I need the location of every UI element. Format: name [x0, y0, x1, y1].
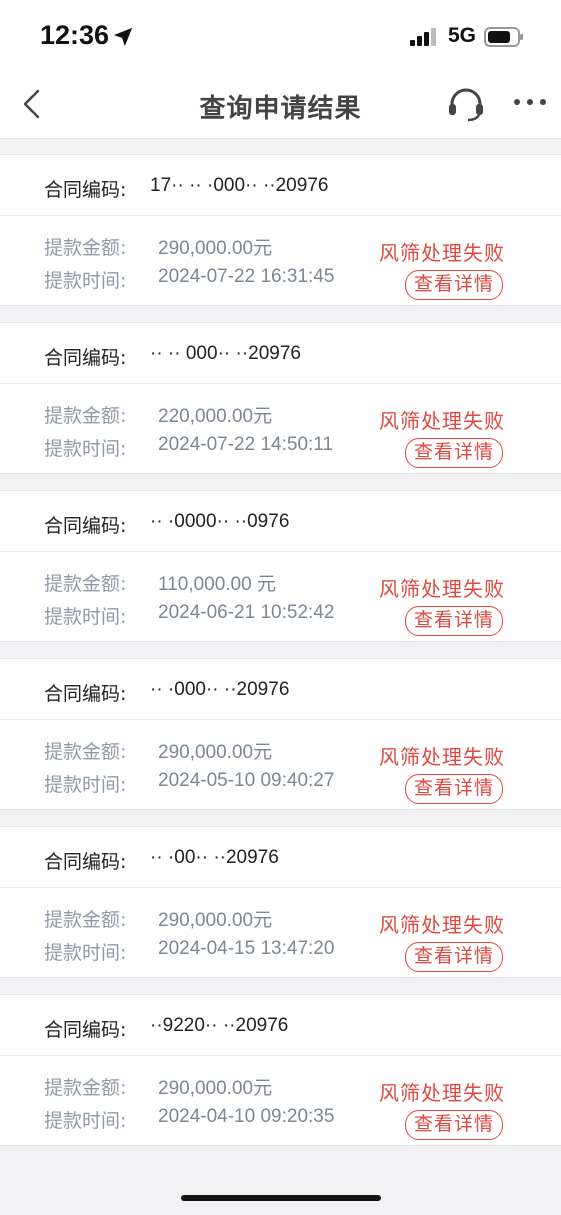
- contract-label: 合同编码:: [44, 179, 127, 201]
- contract-label: 合同编码:: [44, 683, 127, 705]
- time-label: 提款时间:: [44, 606, 127, 628]
- status-badge: 风筛处理失败: [379, 409, 505, 433]
- contract-code: ·· ·00·· ··20976: [150, 847, 279, 868]
- view-details-button[interactable]: 查看详情: [404, 942, 503, 972]
- time-value: 2024-04-15 13:47:20: [158, 938, 335, 959]
- amount-value: 290,000.00元: [158, 742, 273, 763]
- time-value: 2024-04-10 09:20:35: [158, 1106, 335, 1127]
- amount-row: 提款金额: 290,000.00元: [44, 233, 272, 260]
- amount-value: 290,000.00元: [158, 910, 273, 931]
- contract-code: ··9220·· ··20976: [150, 1015, 289, 1036]
- status-badge: 风筛处理失败: [379, 913, 505, 937]
- status-badge: 风筛处理失败: [379, 241, 505, 265]
- time-label: 提款时间:: [44, 942, 127, 964]
- amount-row: 提款金额: 220,000.00元: [44, 401, 272, 428]
- time-value: 2024-06-21 10:52:42: [158, 602, 335, 623]
- home-indicator[interactable]: [181, 1195, 381, 1201]
- time-label: 提款时间:: [44, 270, 127, 292]
- more-options-icon[interactable]: [512, 96, 548, 108]
- status-badge: 风筛处理失败: [379, 745, 505, 769]
- contract-code: 17·· ·· ·000·· ··20976: [150, 175, 329, 196]
- status-bar: 12:36 5G: [0, 0, 561, 70]
- contract-code: ·· ·000·· ··20976: [150, 679, 290, 700]
- amount-row: 提款金额: 290,000.00元: [44, 1073, 272, 1100]
- time-row: 提款时间: 2024-07-22 14:50:11: [44, 434, 333, 461]
- record-card: 合同编码: ·· ·· 000·· ··20976 提款金额: 220,000.…: [0, 322, 561, 474]
- time-value: 2024-07-22 14:50:11: [158, 434, 334, 455]
- contract-code: ·· ·0000·· ··0976: [150, 511, 290, 532]
- contract-header: 合同编码: ·· ·· 000·· ··20976: [0, 323, 561, 384]
- time-row: 提款时间: 2024-04-15 13:47:20: [44, 938, 334, 965]
- view-details-button[interactable]: 查看详情: [404, 1110, 503, 1140]
- cellular-signal-icon: [410, 28, 436, 46]
- view-details-button[interactable]: 查看详情: [404, 270, 503, 300]
- battery-icon: [484, 27, 523, 47]
- time-label: 提款时间:: [44, 1110, 127, 1132]
- amount-value: 290,000.00元: [158, 1078, 273, 1099]
- time-value: 2024-07-22 16:31:45: [158, 266, 335, 287]
- location-arrow-icon: [113, 27, 133, 47]
- record-card: 合同编码: ··9220·· ··20976 提款金额: 290,000.00元…: [0, 994, 561, 1146]
- amount-row: 提款金额: 290,000.00元: [44, 737, 272, 764]
- view-details-button[interactable]: 查看详情: [404, 438, 503, 468]
- contract-header: 合同编码: ··9220·· ··20976: [0, 995, 561, 1056]
- record-card: 合同编码: ·· ·00·· ··20976 提款金额: 290,000.00元…: [0, 826, 561, 978]
- contract-label: 合同编码:: [44, 347, 127, 369]
- time-value: 2024-05-10 09:40:27: [158, 770, 335, 791]
- amount-value: 110,000.00 元: [158, 574, 276, 595]
- amount-label: 提款金额:: [44, 741, 127, 763]
- amount-label: 提款金额:: [44, 1077, 127, 1099]
- contract-label: 合同编码:: [44, 1019, 127, 1041]
- contract-header: 合同编码: ·· ·000·· ··20976: [0, 659, 561, 720]
- amount-label: 提款金额:: [44, 405, 127, 427]
- time-label: 提款时间:: [44, 438, 127, 460]
- view-details-button[interactable]: 查看详情: [404, 774, 503, 804]
- network-type: 5G: [448, 24, 477, 47]
- view-details-button[interactable]: 查看详情: [404, 606, 503, 636]
- amount-row: 提款金额: 110,000.00 元: [44, 569, 276, 596]
- amount-label: 提款金额:: [44, 573, 127, 595]
- time-label: 提款时间:: [44, 774, 127, 796]
- record-card: 合同编码: ·· ·000·· ··20976 提款金额: 290,000.00…: [0, 658, 561, 810]
- contract-header: 合同编码: 17·· ·· ·000·· ··20976: [0, 155, 561, 216]
- time-row: 提款时间: 2024-04-10 09:20:35: [44, 1106, 334, 1133]
- navigation-bar: 查询申请结果: [0, 70, 561, 139]
- record-card: 合同编码: 17·· ·· ·000·· ··20976 提款金额: 290,0…: [0, 154, 561, 306]
- time-row: 提款时间: 2024-05-10 09:40:27: [44, 770, 334, 797]
- record-card: 合同编码: ·· ·0000·· ··0976 提款金额: 110,000.00…: [0, 490, 561, 642]
- amount-row: 提款金额: 290,000.00元: [44, 905, 272, 932]
- status-badge: 风筛处理失败: [379, 577, 505, 601]
- contract-label: 合同编码:: [44, 851, 127, 873]
- amount-value: 290,000.00元: [158, 238, 273, 259]
- contract-code: ·· ·· 000·· ··20976: [150, 343, 301, 364]
- contract-header: 合同编码: ·· ·00·· ··20976: [0, 827, 561, 888]
- contract-label: 合同编码:: [44, 515, 127, 537]
- contract-header: 合同编码: ·· ·0000·· ··0976: [0, 491, 561, 552]
- amount-value: 220,000.00元: [158, 406, 273, 427]
- amount-label: 提款金额:: [44, 909, 127, 931]
- record-list: 合同编码: 17·· ·· ·000·· ··20976 提款金额: 290,0…: [0, 154, 561, 1162]
- time-row: 提款时间: 2024-06-21 10:52:42: [44, 602, 334, 629]
- time-row: 提款时间: 2024-07-22 16:31:45: [44, 266, 334, 293]
- status-badge: 风筛处理失败: [379, 1081, 505, 1105]
- amount-label: 提款金额:: [44, 237, 127, 259]
- headset-service-icon[interactable]: [446, 86, 486, 122]
- clock: 12:36: [40, 20, 110, 50]
